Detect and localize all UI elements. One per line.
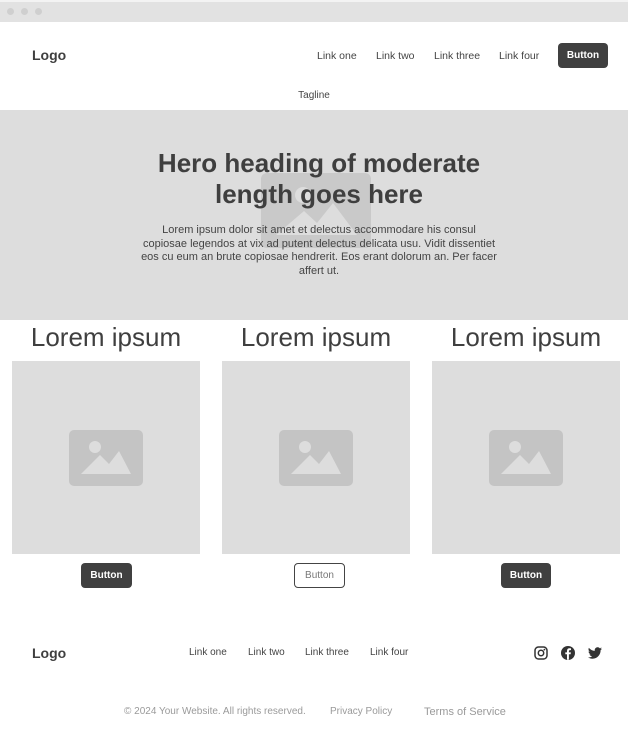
window-dot-icon[interactable] [21,8,28,15]
header-button[interactable]: Button [558,43,608,68]
facebook-icon[interactable] [560,645,576,661]
card-image [222,361,410,554]
footer-link-one[interactable]: Link one [189,647,227,658]
header-logo[interactable]: Logo [32,47,66,63]
nav-link-two[interactable]: Link two [376,50,415,62]
twitter-icon[interactable] [587,645,603,661]
card-title: Lorem ipsum [30,322,182,352]
card-button[interactable]: Button [81,563,132,588]
terms-of-service-link[interactable]: Terms of Service [424,706,506,718]
copyright-text: © 2024 Your Website. All rights reserved… [124,706,306,717]
hero-heading: Hero heading of moderate length goes her… [157,148,481,209]
hero-body: Lorem ipsum dolor sit amet et delectus a… [141,224,497,277]
footer-link-two[interactable]: Link two [248,647,285,658]
card-button-outline[interactable]: Button [294,563,345,588]
browser-chrome [0,0,628,22]
privacy-policy-link[interactable]: Privacy Policy [330,706,392,717]
image-placeholder-icon [279,430,353,486]
footer-link-three[interactable]: Link three [305,647,349,658]
image-placeholder-icon [489,430,563,486]
hero-section: Hero heading of moderate length goes her… [0,110,628,320]
nav-link-three[interactable]: Link three [434,50,480,62]
window-dot-icon[interactable] [7,8,14,15]
card-image [432,361,620,554]
card-image [12,361,200,554]
image-placeholder-icon [69,430,143,486]
instagram-icon[interactable] [533,645,549,661]
card-title: Lorem ipsum [450,322,602,352]
nav-link-one[interactable]: Link one [317,50,357,62]
window-dot-icon[interactable] [35,8,42,15]
nav-link-four[interactable]: Link four [499,50,539,62]
card-button[interactable]: Button [501,563,551,588]
footer-logo[interactable]: Logo [32,645,66,661]
card-title: Lorem ipsum [240,322,392,352]
footer-link-four[interactable]: Link four [370,647,408,658]
tagline: Tagline [298,90,330,101]
